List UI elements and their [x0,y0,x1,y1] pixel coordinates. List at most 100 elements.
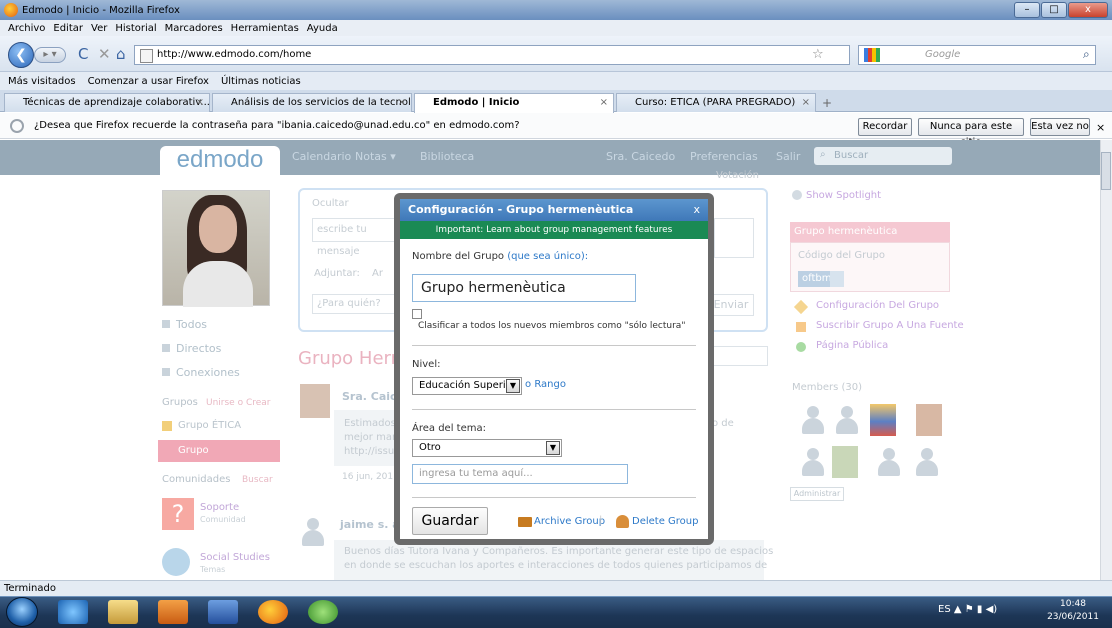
composer-extra-field[interactable] [714,218,754,258]
attach-file-link[interactable]: Ar [372,268,383,279]
edmodo-logo[interactable]: edmodo [160,146,280,176]
search-communities-link[interactable]: Buscar [242,475,273,485]
tab-close-icon[interactable]: × [600,94,608,111]
menu-archivo[interactable]: Archivo [8,23,45,34]
recipient-input[interactable]: ¿Para quién? [312,294,398,314]
search-engine-input[interactable]: Google [858,45,1096,65]
show-spotlight-link[interactable]: Show Spotlight [806,190,881,201]
menu-ayuda[interactable]: Ayuda [307,23,338,34]
google-engine-icon[interactable] [864,48,880,62]
community-soporte[interactable]: Soporte [200,502,239,513]
readonly-checkbox[interactable] [412,309,422,319]
level-range-link[interactable]: o Rango [525,379,566,390]
post2-author-avatar[interactable] [300,516,326,548]
member-avatar[interactable] [832,446,858,478]
sidebar-item-todos[interactable]: Todos [162,318,207,331]
sidebar-item-directos[interactable]: Directos [162,342,221,355]
url-bar[interactable]: http://www.edmodo.com/home [134,45,850,65]
menu-marcadores[interactable]: Marcadores [165,23,223,34]
taskbar-clock[interactable]: 10:48 23/06/2011 [1040,598,1106,626]
community-social-studies[interactable]: Social Studies [200,552,270,563]
firefox-taskbar-icon[interactable] [258,600,288,624]
remember-password-button[interactable]: Recordar [858,118,912,136]
group-settings-link[interactable]: Configuración Del Grupo [816,300,939,311]
stop-icon[interactable]: ✕ [98,45,111,63]
page-scrollbar[interactable] [1100,140,1112,580]
member-avatar[interactable] [916,404,942,436]
search-magnifier-icon[interactable]: ⌕ [1083,47,1090,62]
nav-preferencias[interactable]: Preferencias [690,150,758,163]
admin-members-button[interactable]: Administrar [790,487,844,501]
scrollbar-thumb[interactable] [1101,152,1111,190]
gtalk-taskbar-icon[interactable] [308,600,338,624]
delete-group-link[interactable]: Delete Group [632,516,698,527]
group-code-dropdown[interactable] [830,271,844,287]
nav-notas[interactable]: Notas ▾ [355,150,396,163]
never-for-site-button[interactable]: Nunca para este sitio [918,118,1024,148]
member-avatar[interactable] [876,446,902,478]
tab-close-icon[interactable]: × [398,94,406,111]
minimize-button[interactable]: – [1014,2,1040,18]
bookmark-comenzar-firefox[interactable]: Comenzar a usar Firefox [88,76,209,87]
edmodo-search-input[interactable]: Buscar [814,147,952,165]
tab-tecnicas[interactable]: Técnicas de aprendizaje colaborativ... × [4,93,210,112]
volume-icon[interactable]: ◀) [986,604,998,615]
post-author-avatar[interactable] [300,384,330,418]
tab-analisis[interactable]: Análisis de los servicios de la tecnol..… [212,93,412,112]
post2-author[interactable]: jaime s. a [340,518,400,531]
management-features-banner[interactable]: Important: Learn about group management … [400,221,708,239]
member-avatar[interactable] [914,446,940,478]
member-avatar[interactable] [870,404,896,436]
start-button[interactable] [6,597,38,627]
join-create-group-link[interactable]: Unirse o Crear [206,398,271,408]
tab-close-icon[interactable]: × [802,94,810,111]
bookmark-star-icon[interactable]: ☆ [812,47,824,62]
level-select[interactable]: Educación Superior ▼ [412,377,522,395]
member-avatar[interactable] [834,404,860,436]
post-link[interactable]: http://issu [344,446,394,457]
modal-close-icon[interactable]: x [693,199,700,221]
maximize-button[interactable]: □ [1041,2,1067,18]
not-now-button[interactable]: Esta vez no [1030,118,1090,136]
nav-calendario[interactable]: Calendario [292,150,351,163]
menu-ver[interactable]: Ver [91,23,107,34]
member-avatar[interactable] [800,404,826,436]
word-taskbar-icon[interactable] [208,600,238,624]
member-avatar[interactable] [800,446,826,478]
ie-taskbar-icon[interactable] [58,600,88,624]
save-button[interactable]: Guardar [412,507,488,535]
send-button[interactable]: Enviar [708,294,754,316]
bookmark-ultimas-noticias[interactable]: Últimas noticias [221,76,301,87]
new-tab-button[interactable]: + [822,96,832,110]
hide-composer-link[interactable]: Ocultar [312,198,349,209]
sidebar-item-conexiones[interactable]: Conexiones [162,366,240,379]
bookmark-mas-visitados[interactable]: Más visitados [8,76,76,87]
reload-icon[interactable]: C [78,45,88,63]
public-page-link[interactable]: Página Pública [816,340,888,351]
sidebar-group-etica[interactable]: Grupo ÉTICA [178,420,241,431]
topic-area-select[interactable]: Otro ▼ [412,439,562,457]
menu-historial[interactable]: Historial [115,23,156,34]
menu-editar[interactable]: Editar [53,23,83,34]
action-center-icon[interactable]: ⚑ [965,604,974,615]
menu-herramientas[interactable]: Herramientas [231,23,299,34]
sidebar-group-hermeneutica[interactable]: Grupo hermenèutica [158,440,280,478]
poll-tab[interactable]: Votación [716,170,759,181]
back-button[interactable]: ❮ [8,42,34,68]
nav-user[interactable]: Sra. Caicedo [606,150,675,163]
home-icon[interactable]: ⌂ [116,45,126,63]
tab-close-icon[interactable]: × [196,94,204,111]
feed-filter-select[interactable] [712,346,768,366]
tray-expand-icon[interactable]: ▲ [954,604,965,615]
tab-edmodo-inicio[interactable]: Edmodo | Inicio × [414,93,614,113]
explorer-taskbar-icon[interactable] [108,600,138,624]
close-window-button[interactable]: x [1068,2,1108,18]
tab-curso-etica[interactable]: Curso: ETICA (PARA PREGRADO) × [616,93,816,112]
close-notification-icon[interactable]: × [1096,121,1105,134]
group-name-input[interactable]: Grupo hermenèutica [412,274,636,302]
forward-button[interactable]: ▸ ▾ [34,47,66,63]
custom-topic-input[interactable]: ingresa tu tema aquí... [412,464,628,484]
nav-salir[interactable]: Salir [776,150,800,163]
profile-photo[interactable] [162,190,270,307]
media-player-taskbar-icon[interactable] [158,600,188,624]
